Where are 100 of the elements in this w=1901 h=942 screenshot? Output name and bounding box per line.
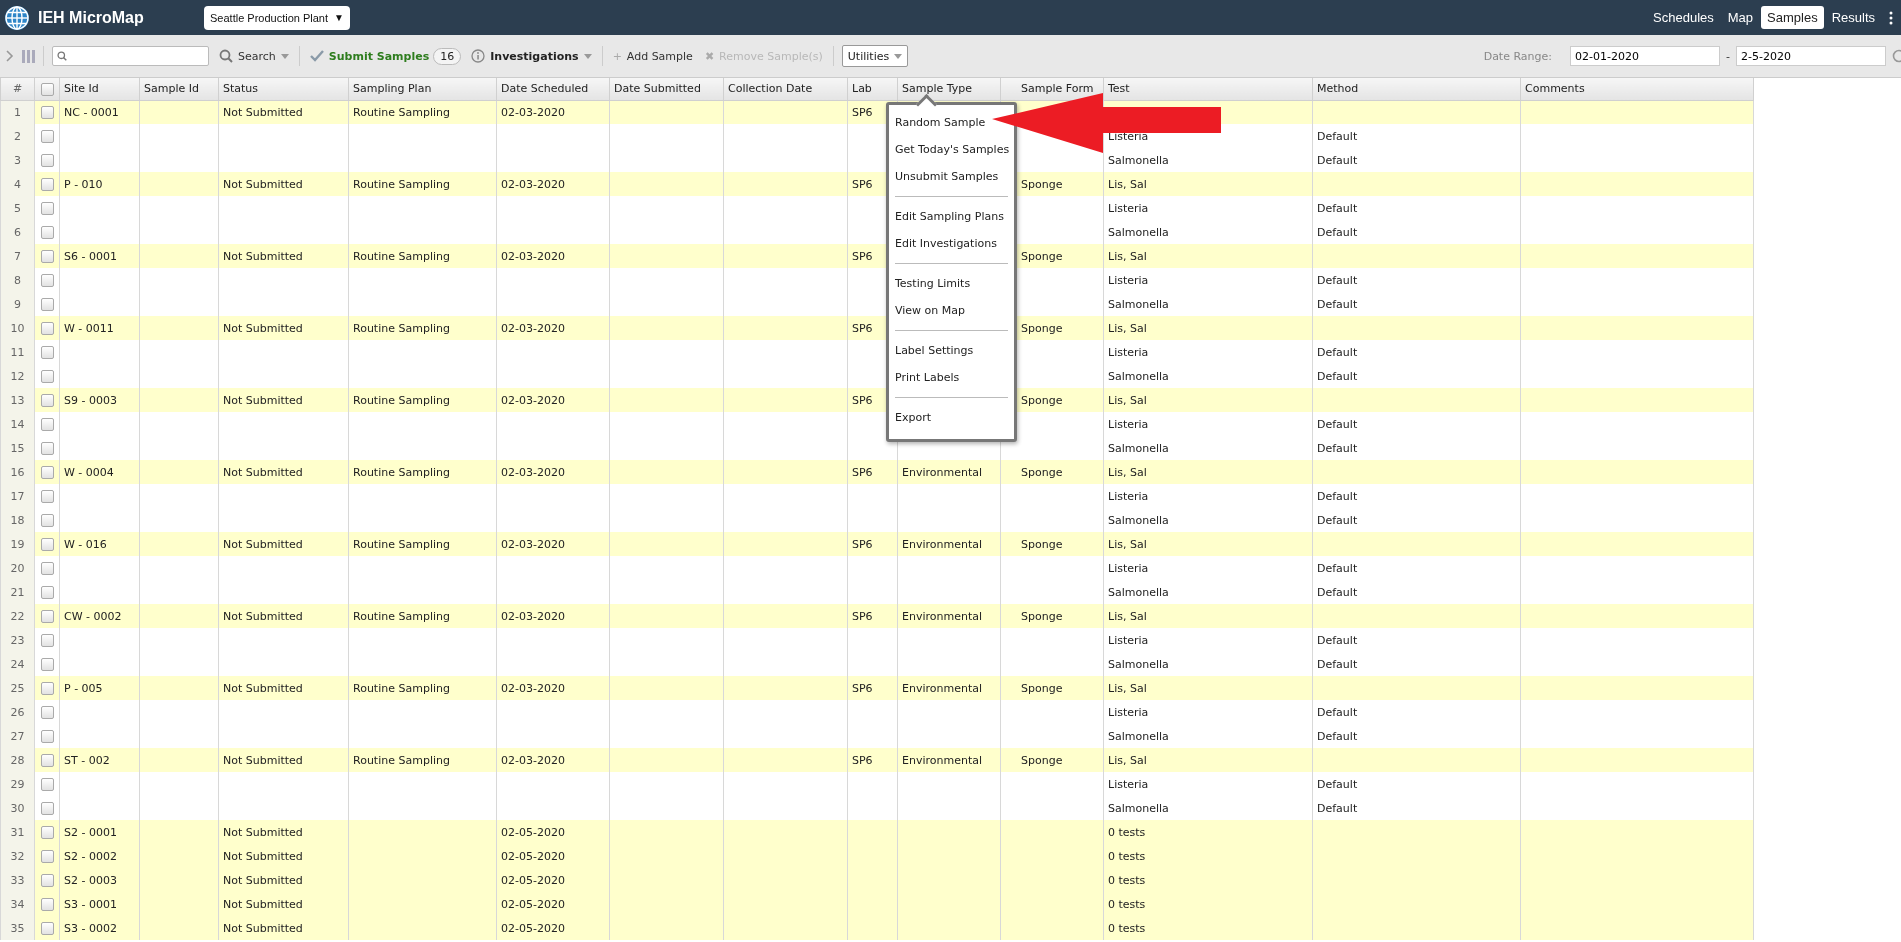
- column-header[interactable]: Sample Id: [139, 78, 219, 100]
- table-cell: Salmonella: [1108, 369, 1169, 383]
- table-cell: Default: [1317, 705, 1358, 719]
- add-sample-button[interactable]: + Add Sample: [610, 47, 695, 65]
- table-cell: Routine Sampling: [353, 321, 450, 335]
- columns-icon[interactable]: [22, 49, 35, 63]
- menu-item[interactable]: View on Map: [895, 297, 965, 324]
- column-header[interactable]: Site Id: [59, 78, 140, 100]
- row-number: 2: [0, 124, 35, 148]
- chevron-right-icon[interactable]: [6, 50, 14, 62]
- row-checkbox[interactable]: [40, 513, 54, 527]
- row-checkbox[interactable]: [40, 921, 54, 935]
- row-checkbox[interactable]: [40, 489, 54, 503]
- column-header: #: [0, 78, 35, 100]
- row-checkbox[interactable]: [40, 777, 54, 791]
- table-cell: 02-03-2020: [501, 537, 565, 551]
- row-checkbox[interactable]: [40, 417, 54, 431]
- row-checkbox[interactable]: [40, 177, 54, 191]
- row-checkbox[interactable]: [40, 897, 54, 911]
- column-header[interactable]: Collection Date: [723, 78, 848, 100]
- row-checkbox[interactable]: [40, 153, 54, 167]
- table-cell: Default: [1317, 585, 1358, 599]
- row-checkbox[interactable]: [40, 201, 54, 215]
- row-checkbox[interactable]: [40, 465, 54, 479]
- search-icon: [219, 49, 233, 63]
- column-header[interactable]: Method: [1312, 78, 1521, 100]
- row-checkbox[interactable]: [40, 225, 54, 239]
- row-checkbox[interactable]: [40, 561, 54, 575]
- row-checkbox[interactable]: [40, 657, 54, 671]
- row-checkbox[interactable]: [40, 537, 54, 551]
- row-checkbox[interactable]: [40, 441, 54, 455]
- row-checkbox[interactable]: [40, 705, 54, 719]
- nav-tab[interactable]: Map: [1721, 6, 1760, 29]
- column-header[interactable]: Date Submitted: [609, 78, 724, 100]
- table-cell: SP6: [852, 609, 873, 623]
- row-checkbox[interactable]: [40, 249, 54, 263]
- row-checkbox[interactable]: [40, 873, 54, 887]
- table-cell: Default: [1317, 225, 1358, 239]
- row-checkbox[interactable]: [40, 369, 54, 383]
- row-checkbox[interactable]: [40, 849, 54, 863]
- row-number: 31: [0, 820, 35, 844]
- column-header[interactable]: Lab: [847, 78, 898, 100]
- table-cell: Routine Sampling: [353, 393, 450, 407]
- date-field[interactable]: 2-5-2020: [1736, 46, 1886, 66]
- table-cell: Not Submitted: [223, 105, 303, 119]
- nav-tab[interactable]: Samples: [1761, 6, 1824, 29]
- column-header[interactable]: Sampling Plan: [348, 78, 497, 100]
- column-header[interactable]: Sample Type: [897, 78, 1001, 100]
- nav-tab[interactable]: Results: [1825, 6, 1881, 29]
- table-cell: Default: [1317, 417, 1358, 431]
- menu-item[interactable]: Get Today's Samples: [895, 136, 1010, 163]
- row-checkbox[interactable]: [40, 106, 54, 119]
- menu-item[interactable]: Print Labels: [895, 364, 960, 391]
- select-all-checkbox[interactable]: [40, 82, 54, 96]
- table-cell: P - 010: [64, 177, 103, 191]
- column-header[interactable]: Status: [218, 78, 349, 100]
- row-checkbox[interactable]: [40, 297, 54, 311]
- row-checkbox[interactable]: [40, 273, 54, 287]
- table-cell: Default: [1317, 561, 1358, 575]
- column-header[interactable]: Test: [1103, 78, 1313, 100]
- table-cell: CW - 0002: [64, 609, 122, 623]
- utilities-dropdown[interactable]: Utilities: [841, 45, 909, 67]
- nav-tab[interactable]: Schedules: [1647, 6, 1720, 29]
- menu-item[interactable]: Random Sample: [895, 109, 986, 136]
- menu-item[interactable]: Testing Limits: [895, 270, 971, 297]
- row-checkbox[interactable]: [40, 825, 54, 839]
- table-cell: Environmental: [902, 609, 983, 623]
- row-checkbox[interactable]: [40, 633, 54, 647]
- column-header[interactable]: Sample Form: [1000, 78, 1104, 100]
- app-title: IEH MicroMap: [38, 8, 144, 27]
- more-icon[interactable]: [1889, 10, 1893, 25]
- column-header[interactable]: Comments: [1520, 78, 1754, 100]
- submit-samples-button[interactable]: Submit Samples: [307, 47, 432, 65]
- row-checkbox[interactable]: [40, 393, 54, 407]
- row-checkbox[interactable]: [40, 729, 54, 743]
- row-checkbox[interactable]: [40, 585, 54, 599]
- row-checkbox[interactable]: [40, 609, 54, 623]
- row-checkbox[interactable]: [40, 801, 54, 815]
- table-cell: Lis, Sal: [1108, 249, 1147, 263]
- row-checkbox[interactable]: [40, 321, 54, 335]
- table-cell: Not Submitted: [223, 681, 303, 695]
- menu-item[interactable]: Edit Investigations: [895, 230, 997, 257]
- row-checkbox[interactable]: [40, 753, 54, 767]
- menu-item[interactable]: Export: [895, 404, 931, 431]
- plant-dropdown[interactable]: Seattle Production Plant ▼: [204, 5, 350, 30]
- search-button[interactable]: Search: [217, 47, 291, 65]
- row-checkbox[interactable]: [40, 681, 54, 695]
- menu-item[interactable]: Label Settings: [895, 337, 974, 364]
- row-number: 9: [0, 292, 35, 316]
- row-checkbox[interactable]: [40, 129, 54, 143]
- column-header[interactable]: Date Scheduled: [496, 78, 610, 100]
- row-number: 12: [0, 364, 35, 388]
- menu-item[interactable]: Unsubmit Samples: [895, 163, 999, 190]
- date-field[interactable]: 02-01-2020: [1570, 46, 1720, 66]
- menu-item[interactable]: Edit Sampling Plans: [895, 203, 1004, 230]
- row-checkbox[interactable]: [40, 345, 54, 359]
- investigations-button[interactable]: Investigations: [469, 47, 594, 65]
- search-field[interactable]: [52, 46, 209, 66]
- info-icon: [471, 49, 486, 63]
- table-cell: 0 tests: [1108, 921, 1146, 935]
